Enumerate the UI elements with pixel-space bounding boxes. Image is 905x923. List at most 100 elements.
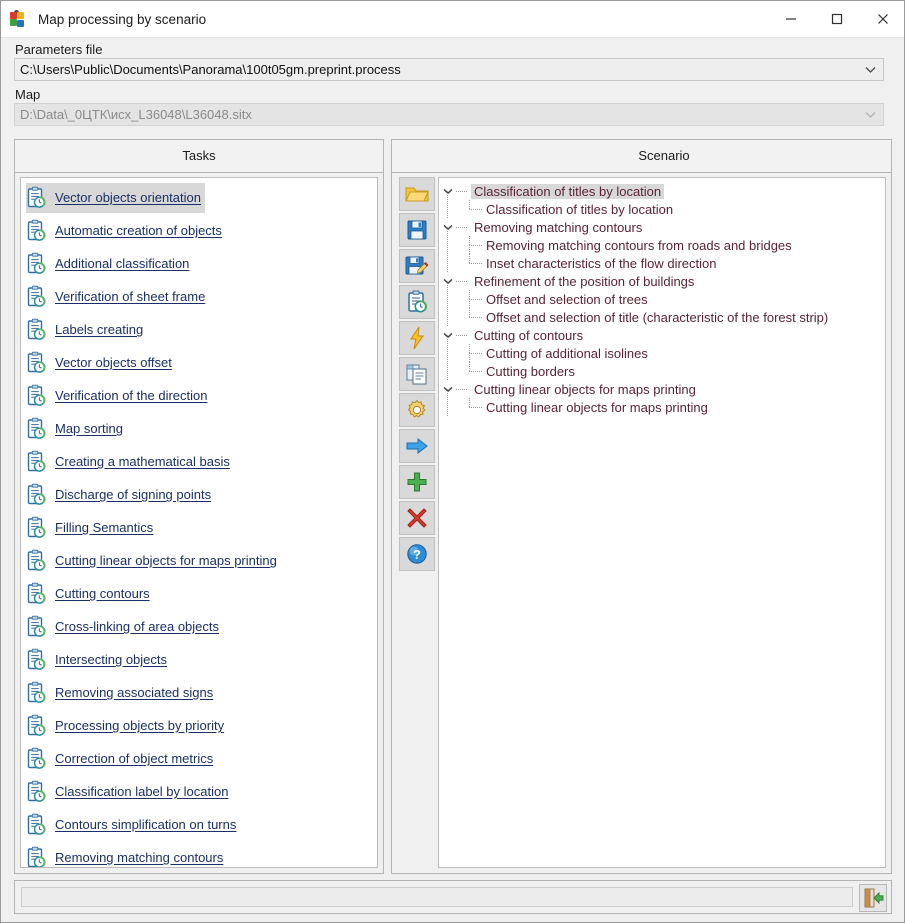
task-item[interactable]: Creating a mathematical basis xyxy=(21,445,377,478)
tree-connector xyxy=(469,317,482,318)
task-item[interactable]: Removing matching contours xyxy=(21,841,377,867)
task-clipboard-icon xyxy=(27,549,46,571)
task-item[interactable]: Removing associated signs xyxy=(21,676,377,709)
scenario-child-label: Offset and selection of trees xyxy=(486,291,648,307)
task-item-content: Contours simplification on turns xyxy=(26,810,240,840)
task-item-content: Map sorting xyxy=(26,414,127,444)
chevron-down-icon xyxy=(857,111,883,119)
plus-icon[interactable] xyxy=(399,465,435,499)
tree-connector xyxy=(456,191,468,192)
scenario-group-row[interactable]: Refinement of the position of buildings xyxy=(439,272,885,293)
task-item-content: Vector objects offset xyxy=(26,348,176,378)
scenario-child-row[interactable]: Classification of titles by location xyxy=(439,197,885,218)
minimize-button[interactable] xyxy=(768,1,814,37)
scenario-child-label: Removing matching contours from roads an… xyxy=(486,237,792,253)
task-item[interactable]: Cutting linear objects for maps printing xyxy=(21,544,377,577)
tree-connector xyxy=(469,254,470,263)
chevron-down-icon[interactable] xyxy=(439,278,457,285)
scenario-child-row[interactable]: Removing matching contours from roads an… xyxy=(439,233,885,254)
help-icon[interactable]: ? xyxy=(399,537,435,571)
task-item[interactable]: Additional classification xyxy=(21,247,377,280)
scenario-child-row[interactable]: Cutting linear objects for maps printing xyxy=(439,395,885,416)
tree-connector xyxy=(456,227,468,228)
tree-connector xyxy=(469,407,482,408)
scenario-toolbar: ? xyxy=(399,177,435,571)
task-item-content: Labels creating xyxy=(26,315,147,345)
task-item-content: Processing objects by priority xyxy=(26,711,228,741)
tree-connector xyxy=(469,353,482,354)
task-item[interactable]: Vector objects offset xyxy=(21,346,377,379)
scenario-child-row[interactable]: Inset characteristics of the flow direct… xyxy=(439,245,885,272)
task-item[interactable]: Verification of sheet frame xyxy=(21,280,377,313)
scenario-group-row[interactable]: Classification of titles by location xyxy=(439,182,885,203)
scenario-child-row[interactable]: Cutting of additional isolines xyxy=(439,341,885,362)
task-clipboard-icon xyxy=(27,681,46,703)
task-item[interactable]: Discharge of signing points xyxy=(21,478,377,511)
task-item-content: Additional classification xyxy=(26,249,193,279)
task-item[interactable]: Cutting contours xyxy=(21,577,377,610)
task-item[interactable]: Contours simplification on turns xyxy=(21,808,377,841)
task-clipboard-icon xyxy=(27,219,46,241)
tree-connector xyxy=(469,308,470,317)
scenario-child-label: Cutting of additional isolines xyxy=(486,345,648,361)
task-item[interactable]: Processing objects by priority xyxy=(21,709,377,742)
task-item-label: Intersecting objects xyxy=(55,652,168,667)
scenario-group-row[interactable]: Removing matching contours xyxy=(439,218,885,239)
chevron-down-icon[interactable] xyxy=(439,332,457,339)
task-clipboard-icon xyxy=(27,318,46,340)
tree-connector xyxy=(469,371,482,372)
task-item[interactable]: Classification label by location xyxy=(21,775,377,808)
task-item[interactable]: Correction of object metrics xyxy=(21,742,377,775)
tree-connector xyxy=(469,344,470,353)
gear-icon[interactable] xyxy=(399,393,435,427)
scenario-group-row[interactable]: Cutting of contours xyxy=(439,326,885,347)
tasks-list-area[interactable]: Vector objects orientation Automatic crea… xyxy=(20,177,378,868)
delete-x-icon[interactable] xyxy=(399,501,435,535)
chevron-down-icon[interactable] xyxy=(439,386,457,393)
parameters-file-combo[interactable]: C:\Users\Public\Documents\Panorama\100t0… xyxy=(14,58,884,81)
task-item[interactable]: Filling Semantics xyxy=(21,511,377,544)
task-item[interactable]: Verification of the direction xyxy=(21,379,377,412)
save-icon[interactable] xyxy=(399,213,435,247)
close-button[interactable] xyxy=(860,1,904,37)
task-item-content: Intersecting objects xyxy=(26,645,171,675)
task-item[interactable]: Labels creating xyxy=(21,313,377,346)
task-item-content: Removing matching contours xyxy=(26,843,227,867)
task-clipboard-icon xyxy=(27,846,46,867)
task-item-content: Verification of sheet frame xyxy=(26,282,209,312)
chevron-down-icon[interactable] xyxy=(439,188,457,195)
arrow-right-icon[interactable] xyxy=(399,429,435,463)
task-item-label: Contours simplification on turns xyxy=(55,817,237,832)
task-item[interactable]: Vector objects orientation xyxy=(21,181,377,214)
lightning-icon[interactable] xyxy=(399,321,435,355)
task-item-content: Verification of the direction xyxy=(26,381,211,411)
task-item[interactable]: Map sorting xyxy=(21,412,377,445)
task-item-label: Correction of object metrics xyxy=(55,751,214,766)
task-item-content: Removing associated signs xyxy=(26,678,217,708)
open-folder-icon[interactable] xyxy=(399,177,435,211)
scenario-child-row[interactable]: Offset and selection of title (character… xyxy=(439,299,885,326)
task-item[interactable]: Cross-linking of area objects xyxy=(21,610,377,643)
task-item-label: Processing objects by priority xyxy=(55,718,225,733)
chevron-down-icon[interactable] xyxy=(439,224,457,231)
scenario-tree: Classification of titles by location Clas… xyxy=(439,178,885,416)
scenario-child-label: Cutting borders xyxy=(486,363,575,379)
maximize-button[interactable] xyxy=(814,1,860,37)
scenario-child-row[interactable]: Offset and selection of trees xyxy=(439,287,885,308)
task-item-label: Verification of sheet frame xyxy=(55,289,206,304)
task-item-content: Cross-linking of area objects xyxy=(26,612,223,642)
scenario-child-label: Offset and selection of title (character… xyxy=(486,309,829,325)
map-combo[interactable]: D:\Data\_0ЦТК\исх_L36048\L36048.sitx xyxy=(14,103,884,126)
task-item[interactable]: Intersecting objects xyxy=(21,643,377,676)
save-as-icon[interactable] xyxy=(399,249,435,283)
copy-icon[interactable] xyxy=(399,357,435,391)
task-clipboard-icon xyxy=(27,384,46,406)
exit-button[interactable] xyxy=(859,884,887,912)
scenario-child-row[interactable]: Cutting borders xyxy=(439,353,885,380)
scenario-tree-area[interactable]: Classification of titles by location Clas… xyxy=(438,177,886,868)
scenario-group-row[interactable]: Cutting linear objects for maps printing xyxy=(439,380,885,401)
task-item-label: Cutting linear objects for maps printing xyxy=(55,553,277,568)
task-item[interactable]: Automatic creation of objects xyxy=(21,214,377,247)
task-clipboard-icon[interactable] xyxy=(399,285,435,319)
scenario-panel: Scenario Classification of titles by loc… xyxy=(391,139,892,874)
